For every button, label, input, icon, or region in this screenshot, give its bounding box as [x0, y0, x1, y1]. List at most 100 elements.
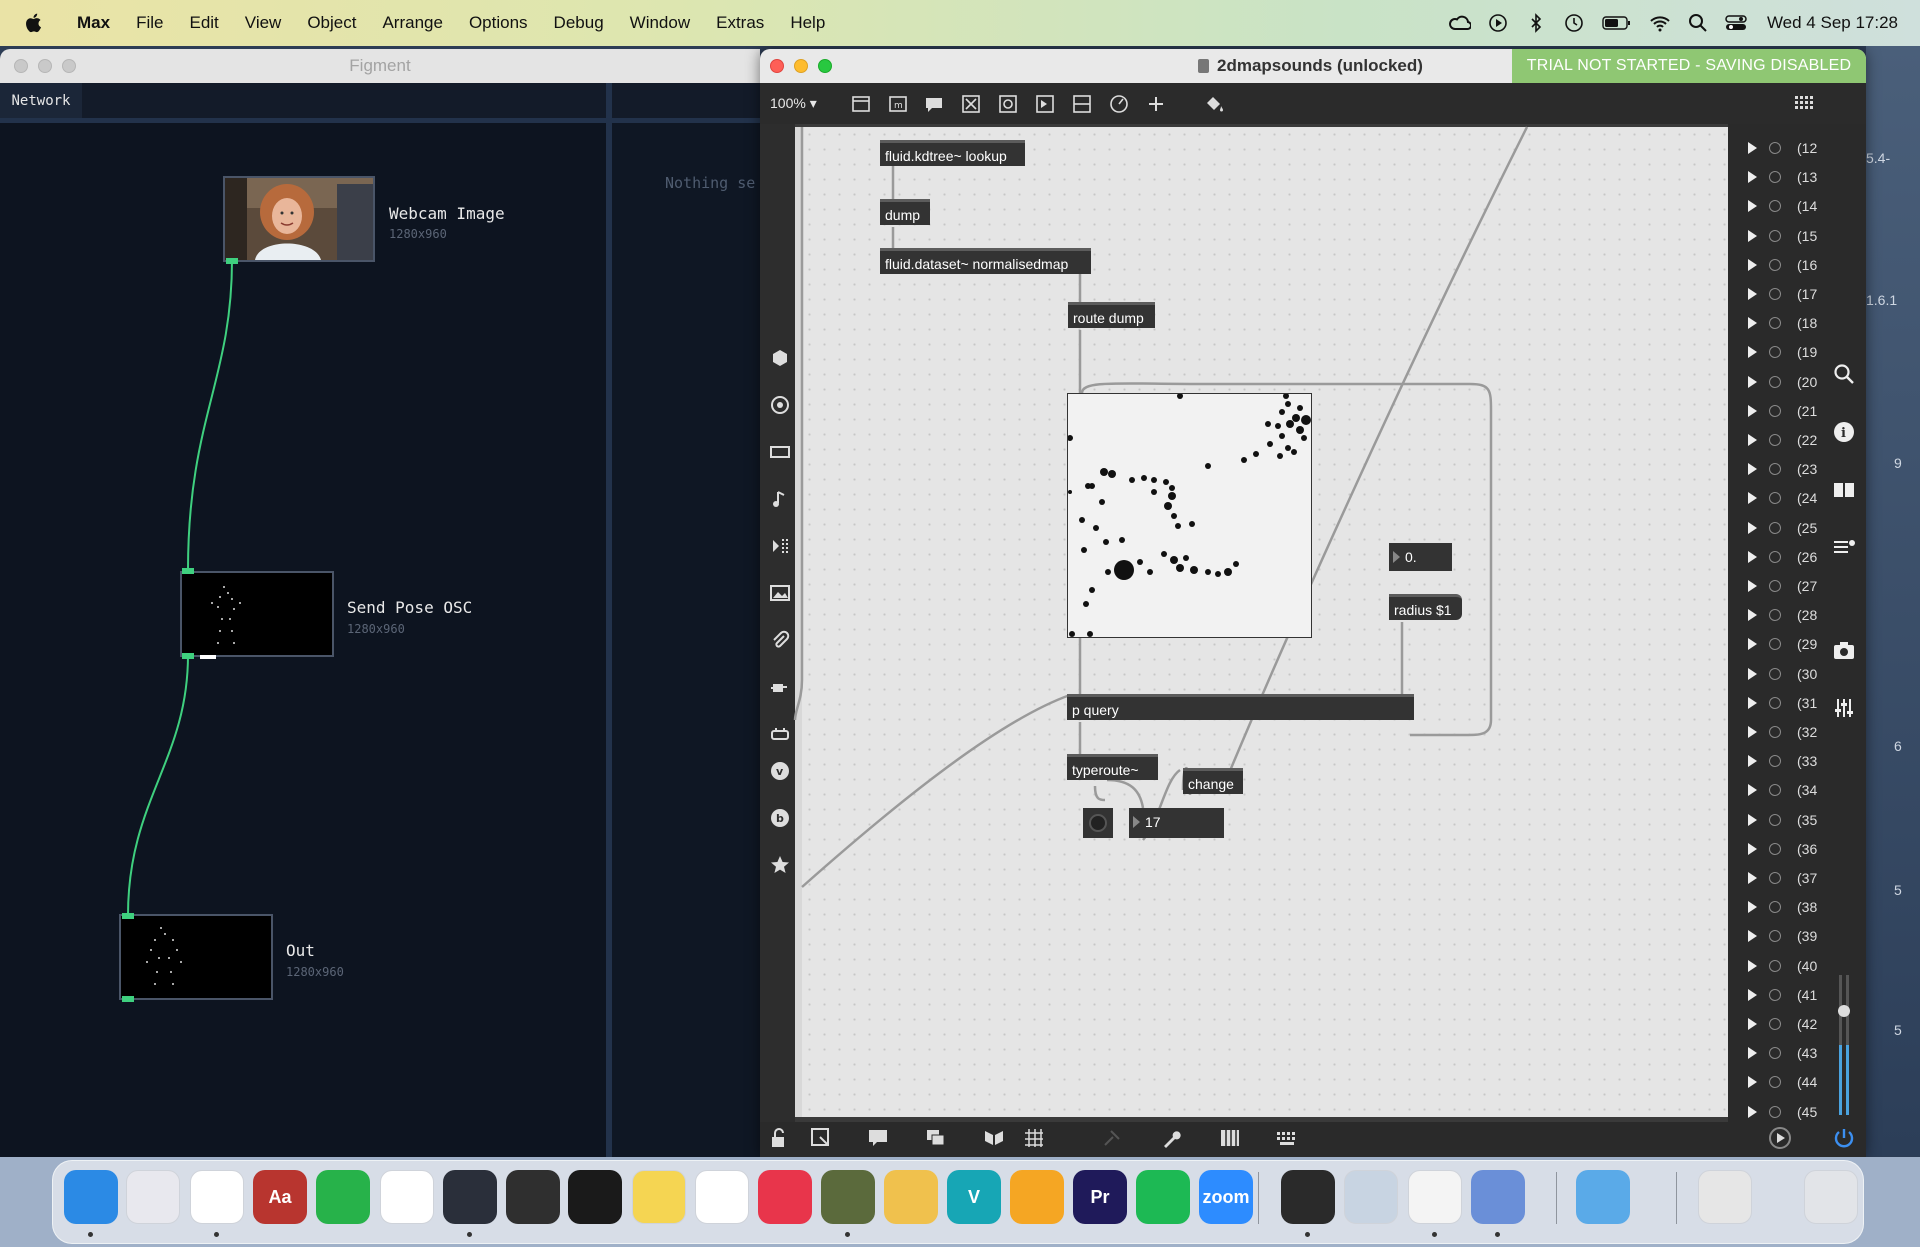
webcam-output-port[interactable]	[226, 258, 238, 264]
play-icon[interactable]	[1748, 317, 1757, 330]
pose-input-port[interactable]	[182, 568, 194, 574]
trial-banner[interactable]: TRIAL NOT STARTED - SAVING DISABLED	[1512, 49, 1866, 83]
dock-chrome-icon[interactable]	[190, 1170, 244, 1224]
paperclip-icon[interactable]	[769, 629, 791, 651]
message-row[interactable]: (44	[1738, 1070, 1817, 1094]
add-object-icon[interactable]	[1144, 92, 1168, 116]
loop-icon[interactable]	[1769, 1047, 1781, 1060]
message-row[interactable]: (20	[1738, 370, 1817, 394]
message-row[interactable]: (39	[1738, 924, 1817, 948]
windows-icon[interactable]	[924, 1126, 948, 1150]
menu-edit[interactable]: Edit	[189, 13, 218, 33]
number-box-icon[interactable]	[1033, 92, 1057, 116]
play-icon[interactable]	[1748, 229, 1757, 242]
message-row[interactable]: (28	[1738, 603, 1817, 627]
list-icon[interactable]	[1832, 536, 1856, 560]
grid-keyboard-icon[interactable]	[1794, 92, 1818, 116]
loop-icon[interactable]	[1769, 726, 1781, 738]
dock-spotify-icon[interactable]	[1136, 1170, 1190, 1224]
dock-cocktail-icon[interactable]	[884, 1170, 938, 1224]
dock-testflight-icon[interactable]	[1471, 1170, 1525, 1224]
sequence-icon[interactable]	[769, 535, 791, 557]
play-icon[interactable]	[1748, 258, 1757, 271]
vst-icon[interactable]: v	[769, 760, 791, 782]
battery-icon[interactable]	[1601, 12, 1633, 34]
dock-freeform-icon[interactable]	[695, 1170, 749, 1224]
dock-slack-icon[interactable]	[380, 1170, 434, 1224]
loop-icon[interactable]	[1769, 1105, 1781, 1118]
dock-quicktime-icon[interactable]	[443, 1170, 497, 1224]
dock-max-icon[interactable]	[821, 1170, 875, 1224]
comment-icon[interactable]	[922, 92, 946, 116]
play-icon[interactable]	[1748, 696, 1757, 709]
spotlight-search-icon[interactable]	[1687, 12, 1709, 34]
video-icon[interactable]	[769, 441, 791, 463]
dock-zoom-icon[interactable]: zoom	[1199, 1170, 1253, 1224]
loop-icon[interactable]	[1769, 375, 1781, 388]
loop-icon[interactable]	[1769, 1076, 1781, 1089]
music-note-icon[interactable]	[769, 488, 791, 510]
loop-icon[interactable]	[1769, 521, 1781, 534]
apple-icon[interactable]	[24, 12, 46, 34]
new-object-icon[interactable]: m	[886, 92, 910, 116]
message-row[interactable]: (22	[1738, 428, 1817, 452]
out-node[interactable]	[119, 914, 273, 1000]
menu-options[interactable]: Options	[469, 13, 528, 33]
play-icon[interactable]	[1748, 988, 1757, 1001]
2d-map-display[interactable]	[1067, 393, 1312, 638]
message-radius[interactable]: radius $1	[1389, 594, 1462, 620]
close-button[interactable]	[770, 59, 784, 73]
loop-icon[interactable]	[1769, 959, 1781, 972]
dock-trash-icon[interactable]	[1804, 1170, 1858, 1224]
message-row[interactable]: (12	[1738, 136, 1817, 160]
toggle-object[interactable]	[1083, 808, 1113, 838]
message-row[interactable]: (36	[1738, 837, 1817, 861]
target-icon[interactable]	[769, 394, 791, 416]
message-dump[interactable]: dump	[880, 199, 930, 225]
loop-icon[interactable]	[1769, 667, 1781, 680]
loop-icon[interactable]	[1769, 550, 1781, 563]
loop-icon[interactable]	[1769, 609, 1781, 622]
message-row[interactable]: (16	[1738, 253, 1817, 277]
dock-dictionary-icon[interactable]: Aa	[253, 1170, 307, 1224]
pose-output-port[interactable]	[182, 653, 194, 659]
loop-icon[interactable]	[1769, 258, 1781, 271]
dock-downloads-folder-icon[interactable]	[1576, 1170, 1630, 1224]
presentation-mode-icon[interactable]	[809, 1126, 833, 1150]
menu-window[interactable]: Window	[630, 13, 690, 33]
loop-icon[interactable]	[1769, 872, 1781, 884]
play-icon[interactable]	[1748, 200, 1757, 213]
play-icon[interactable]	[1748, 638, 1757, 651]
message-row[interactable]: (33	[1738, 749, 1817, 773]
menu-extras[interactable]: Extras	[716, 13, 764, 33]
align-icon[interactable]	[982, 1126, 1006, 1150]
play-icon[interactable]	[1748, 959, 1757, 972]
play-icon[interactable]	[1748, 726, 1757, 738]
dock-premiere-icon[interactable]: Pr	[1073, 1170, 1127, 1224]
loop-icon[interactable]	[1769, 200, 1781, 213]
play-icon[interactable]	[1748, 1018, 1757, 1030]
loop-icon[interactable]	[1769, 492, 1781, 505]
loop-icon[interactable]	[1769, 171, 1781, 184]
play-icon[interactable]	[1748, 609, 1757, 622]
message-row[interactable]: (37	[1738, 866, 1817, 890]
toggle-object-icon[interactable]	[996, 92, 1020, 116]
play-icon[interactable]	[1748, 346, 1757, 359]
play-icon[interactable]	[1748, 492, 1757, 505]
menu-help[interactable]: Help	[790, 13, 825, 33]
message-row[interactable]: (42	[1738, 1012, 1817, 1036]
loop-icon[interactable]	[1769, 317, 1781, 330]
play-icon[interactable]	[1748, 375, 1757, 388]
patcher-presentation-icon[interactable]	[849, 92, 873, 116]
dock-recent-window-icon[interactable]	[1698, 1170, 1752, 1224]
message-row[interactable]: (45	[1738, 1100, 1817, 1124]
play-icon[interactable]	[1748, 1105, 1757, 1118]
webcam-image-node[interactable]	[223, 176, 375, 262]
loop-icon[interactable]	[1769, 463, 1781, 476]
message-row[interactable]: (27	[1738, 574, 1817, 598]
menu-arrange[interactable]: Arrange	[382, 13, 442, 33]
play-icon[interactable]	[1748, 813, 1757, 826]
dock-launchpad-icon[interactable]	[126, 1170, 180, 1224]
message-row[interactable]: (18	[1738, 311, 1817, 335]
play-icon[interactable]	[1748, 142, 1757, 154]
